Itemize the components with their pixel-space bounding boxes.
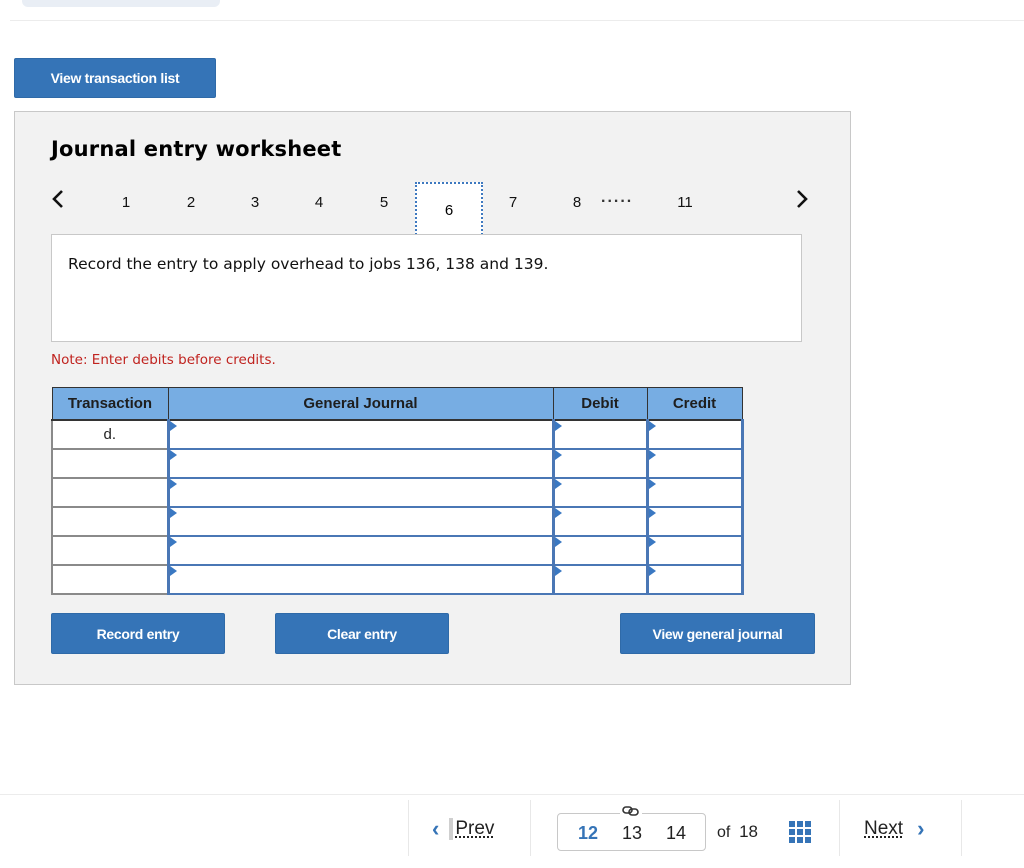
step-6-active[interactable]: 6 bbox=[415, 182, 483, 238]
step-3[interactable]: 3 bbox=[240, 194, 270, 211]
debit-cell bbox=[551, 418, 649, 450]
worksheet-step-pager: 1 2 3 4 5 6 7 8 ..... 11 bbox=[15, 182, 850, 238]
account-cell bbox=[166, 447, 555, 479]
header-credit: Credit bbox=[646, 387, 743, 421]
credit-cell bbox=[645, 534, 744, 566]
account-cell bbox=[166, 563, 555, 595]
credit-input[interactable] bbox=[648, 420, 741, 448]
prev-button[interactable]: ‹ Prev bbox=[432, 818, 494, 840]
step-ellipsis: ..... bbox=[601, 189, 634, 206]
view-transaction-list-button[interactable]: View transaction list bbox=[14, 58, 216, 98]
instruction-box: Record the entry to apply overhead to jo… bbox=[51, 234, 802, 342]
chevron-left-icon[interactable] bbox=[51, 188, 65, 215]
header-transaction: Transaction bbox=[51, 387, 169, 421]
table-header-row: Transaction General Journal Debit Credit bbox=[51, 387, 743, 421]
header-general-journal: General Journal bbox=[167, 387, 554, 421]
debit-cell bbox=[551, 563, 649, 595]
debit-cell bbox=[551, 505, 649, 537]
table-row bbox=[51, 505, 744, 537]
credit-cell bbox=[645, 418, 744, 450]
worksheet-title: Journal entry worksheet bbox=[51, 137, 342, 161]
step-4[interactable]: 4 bbox=[304, 194, 334, 211]
grid-icon[interactable] bbox=[789, 821, 811, 843]
credit-input[interactable] bbox=[648, 565, 741, 593]
step-11[interactable]: 11 bbox=[670, 194, 700, 211]
debit-input[interactable] bbox=[554, 536, 646, 564]
account-dropdown[interactable] bbox=[169, 420, 552, 448]
focus-caret bbox=[449, 818, 454, 840]
debit-input[interactable] bbox=[554, 420, 646, 448]
note-text: Note: Enter debits before credits. bbox=[51, 352, 276, 368]
record-entry-button[interactable]: Record entry bbox=[51, 613, 225, 654]
credit-input[interactable] bbox=[648, 507, 741, 535]
debit-input[interactable] bbox=[554, 507, 646, 535]
debit-cell bbox=[551, 534, 649, 566]
total-pages: 18 bbox=[739, 822, 758, 841]
transaction-cell bbox=[51, 534, 169, 566]
page-13[interactable]: 13 bbox=[617, 823, 647, 844]
divider bbox=[10, 20, 1024, 21]
account-dropdown[interactable] bbox=[169, 449, 552, 477]
table-row bbox=[51, 447, 744, 479]
table-row: d. bbox=[51, 418, 744, 450]
step-5[interactable]: 5 bbox=[369, 194, 399, 211]
question-page-selector: 12 13 14 bbox=[557, 804, 706, 851]
footer-separator bbox=[961, 800, 962, 856]
page-14[interactable]: 14 bbox=[661, 823, 691, 844]
journal-table: Transaction General Journal Debit Credit… bbox=[51, 387, 744, 595]
page-12-current[interactable]: 12 bbox=[573, 823, 603, 844]
prev-label: Prev bbox=[455, 818, 495, 839]
account-dropdown[interactable] bbox=[169, 565, 552, 593]
footer-separator bbox=[839, 800, 840, 856]
table-row bbox=[51, 563, 744, 595]
credit-cell bbox=[645, 447, 744, 479]
debit-cell bbox=[551, 476, 649, 508]
instruction-text: Record the entry to apply overhead to jo… bbox=[68, 255, 549, 273]
clear-entry-button[interactable]: Clear entry bbox=[275, 613, 449, 654]
step-1[interactable]: 1 bbox=[111, 194, 141, 211]
view-general-journal-button[interactable]: View general journal bbox=[620, 613, 815, 654]
credit-cell bbox=[645, 563, 744, 595]
credit-cell bbox=[645, 476, 744, 508]
next-label: Next bbox=[864, 818, 904, 839]
transaction-cell bbox=[51, 447, 169, 479]
transaction-cell bbox=[51, 476, 169, 508]
footer-separator bbox=[408, 800, 409, 856]
chevron-right-icon[interactable] bbox=[795, 188, 809, 215]
step-8[interactable]: 8 bbox=[562, 194, 592, 211]
account-dropdown[interactable] bbox=[169, 536, 552, 564]
next-button[interactable]: Next › bbox=[864, 818, 924, 840]
step-2[interactable]: 2 bbox=[176, 194, 206, 211]
transaction-cell bbox=[51, 505, 169, 537]
debit-input[interactable] bbox=[554, 565, 646, 593]
chevron-left-icon: ‹ bbox=[432, 816, 440, 841]
credit-input[interactable] bbox=[648, 449, 741, 477]
header-debit: Debit bbox=[552, 387, 648, 421]
chevron-right-icon: › bbox=[917, 816, 925, 841]
account-cell bbox=[166, 418, 555, 450]
footer-divider bbox=[0, 794, 1024, 795]
credit-input[interactable] bbox=[648, 478, 741, 506]
account-cell bbox=[166, 476, 555, 508]
debit-input[interactable] bbox=[554, 478, 646, 506]
debit-cell bbox=[551, 447, 649, 479]
step-7[interactable]: 7 bbox=[498, 194, 528, 211]
account-dropdown[interactable] bbox=[169, 478, 552, 506]
account-cell bbox=[166, 534, 555, 566]
transaction-cell bbox=[51, 563, 169, 595]
table-row bbox=[51, 534, 744, 566]
transaction-cell: d. bbox=[51, 418, 169, 450]
top-tab-stub bbox=[22, 0, 220, 7]
journal-entry-worksheet-panel: Journal entry worksheet 1 2 3 4 5 6 7 8 … bbox=[14, 111, 851, 685]
page-total: of 18 bbox=[717, 822, 758, 842]
table-row bbox=[51, 476, 744, 508]
account-dropdown[interactable] bbox=[169, 507, 552, 535]
account-cell bbox=[166, 505, 555, 537]
credit-cell bbox=[645, 505, 744, 537]
debit-input[interactable] bbox=[554, 449, 646, 477]
link-icon bbox=[620, 804, 642, 818]
credit-input[interactable] bbox=[648, 536, 741, 564]
footer-separator bbox=[530, 800, 531, 856]
of-label: of bbox=[717, 824, 731, 841]
